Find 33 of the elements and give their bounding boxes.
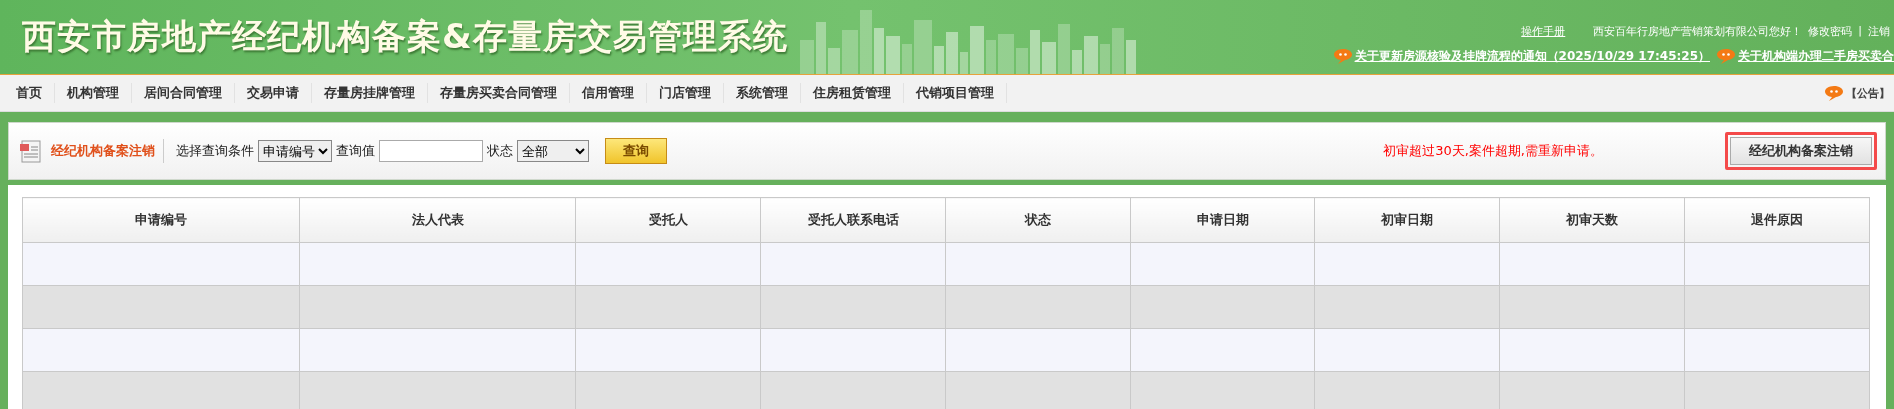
nav-menu-item[interactable]: 居间合同管理 (132, 83, 235, 103)
nav-menu-item[interactable]: 存量房买卖合同管理 (428, 83, 570, 103)
separator-text: | (1858, 24, 1862, 39)
column-header: 初审天数 (1499, 197, 1685, 243)
column-header: 法人代表 (299, 197, 576, 243)
column-header: 申请编号 (22, 197, 300, 243)
column-header: 初审日期 (1314, 197, 1500, 243)
system-title: 西安市房地产经纪机构备案&存量房交易管理系统 (22, 15, 788, 58)
cancel-filing-button[interactable]: 经纪机构备案注销 (1730, 137, 1872, 165)
greeting-text: 西安百年行房地产营销策划有限公司您好！ (1593, 24, 1803, 39)
nav-menu-item[interactable]: 机构管理 (55, 83, 132, 103)
announcement-link[interactable]: 【公告】 (1846, 85, 1890, 101)
condition-dropdown[interactable]: 申请编号 (258, 140, 332, 162)
nav-menu-item[interactable]: 交易申请 (235, 83, 312, 103)
query-value-label: 查询值 (336, 142, 375, 160)
nav-menu-item[interactable]: 存量房挂牌管理 (312, 83, 428, 103)
nav-menu-item[interactable]: 系统管理 (724, 83, 801, 103)
condition-label: 选择查询条件 (176, 142, 254, 160)
warning-text: 初审超过30天,案件超期,需重新申请。 (1383, 142, 1603, 160)
nav-menu-item[interactable]: 代销项目管理 (904, 83, 1007, 103)
nav-menu-item[interactable]: 首页 (4, 83, 55, 103)
column-header: 状态 (945, 197, 1131, 243)
nav-menu-item[interactable]: 住房租赁管理 (801, 83, 904, 103)
column-header: 受托人联系电话 (760, 197, 946, 243)
column-header: 申请日期 (1130, 197, 1315, 243)
column-header: 退件原因 (1684, 197, 1870, 243)
status-dropdown[interactable]: 全部 (517, 140, 589, 162)
search-button[interactable]: 查询 (605, 138, 667, 164)
column-header: 受托人 (575, 197, 761, 243)
page-title: 经纪机构备案注销 (47, 139, 164, 163)
status-label: 状态 (487, 142, 513, 160)
nav-menu-item[interactable]: 信用管理 (570, 83, 647, 103)
nav-menu-item[interactable]: 门店管理 (647, 83, 724, 103)
